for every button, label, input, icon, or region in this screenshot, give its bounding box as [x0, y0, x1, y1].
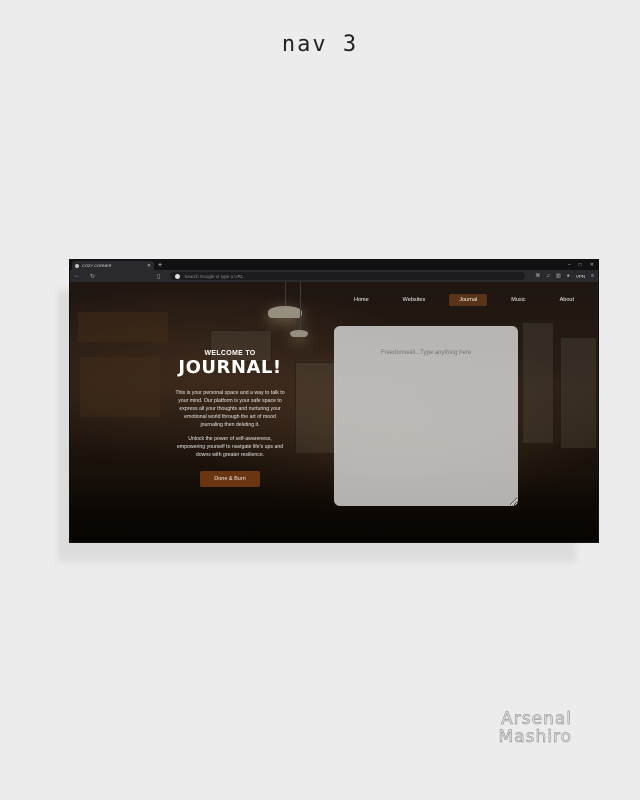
nav-journal[interactable]: Journal	[449, 294, 488, 306]
page-viewport: Home Websites Journal Music About WELCOM…	[70, 282, 598, 542]
close-window-icon[interactable]: ✕	[590, 260, 594, 270]
minimize-icon[interactable]: –	[568, 260, 571, 270]
browser-window: COZY CORNER ✕ + – □ ✕ ← ↻ ▯ Search Googl…	[70, 260, 598, 542]
tab-title: COZY CORNER	[82, 263, 112, 268]
signature-line-1: Arsenal	[501, 709, 572, 729]
extensions-icon[interactable]: ⌘	[535, 273, 540, 279]
google-icon	[175, 273, 181, 279]
site-nav: Home Websites Journal Music About	[344, 294, 584, 306]
watermark-signature: Arsenal Mashiro	[462, 709, 572, 747]
address-placeholder: Search Google or type a URL	[184, 273, 244, 279]
back-arrow-icon[interactable]: ←	[74, 273, 80, 279]
bookmark-icon[interactable]: ▯	[157, 273, 160, 280]
favicon-icon	[75, 263, 79, 268]
page-title: nav 3	[281, 32, 359, 57]
nav-home[interactable]: Home	[344, 294, 379, 306]
reload-icon[interactable]: ↻	[90, 273, 95, 280]
vpn-badge[interactable]: VPN	[576, 274, 585, 279]
window-controls: – □ ✕	[568, 260, 594, 270]
journal-textarea[interactable]	[334, 326, 518, 506]
address-bar[interactable]: Search Google or type a URL	[170, 272, 526, 280]
maximize-icon[interactable]: □	[579, 260, 582, 270]
menu-icon[interactable]: ≡	[591, 273, 594, 279]
journal-pane	[334, 326, 518, 506]
hero-subdescription: Unlock the power of self-awareness, empo…	[176, 436, 284, 458]
new-tab-button[interactable]: +	[158, 261, 162, 270]
browser-tab[interactable]: COZY CORNER ✕	[72, 261, 154, 270]
close-tab-icon[interactable]: ✕	[147, 263, 151, 269]
signature-line-2: Mashiro	[498, 727, 572, 747]
toolbar-actions: ⌘ ♫ ▥ ● VPN ≡	[535, 273, 594, 279]
nav-about[interactable]: About	[550, 294, 584, 306]
profile-icon[interactable]: ●	[567, 273, 570, 279]
hero-section: WELCOME TO JOURNAL! This is your persona…	[175, 350, 285, 487]
done-burn-button[interactable]: Done & Burn	[200, 471, 260, 487]
nav-music[interactable]: Music	[501, 294, 535, 306]
hero-description: This is your personal space and a way to…	[175, 390, 285, 428]
nav-websites[interactable]: Websites	[393, 294, 436, 306]
sidebar-icon[interactable]: ▥	[556, 273, 561, 279]
hero-title: JOURNAL!	[178, 357, 282, 378]
tab-bar: COZY CORNER ✕ + – □ ✕	[70, 260, 598, 270]
browser-toolbar: ← ↻ ▯ Search Google or type a URL ⌘ ♫ ▥ …	[70, 270, 598, 282]
music-icon[interactable]: ♫	[546, 273, 550, 279]
